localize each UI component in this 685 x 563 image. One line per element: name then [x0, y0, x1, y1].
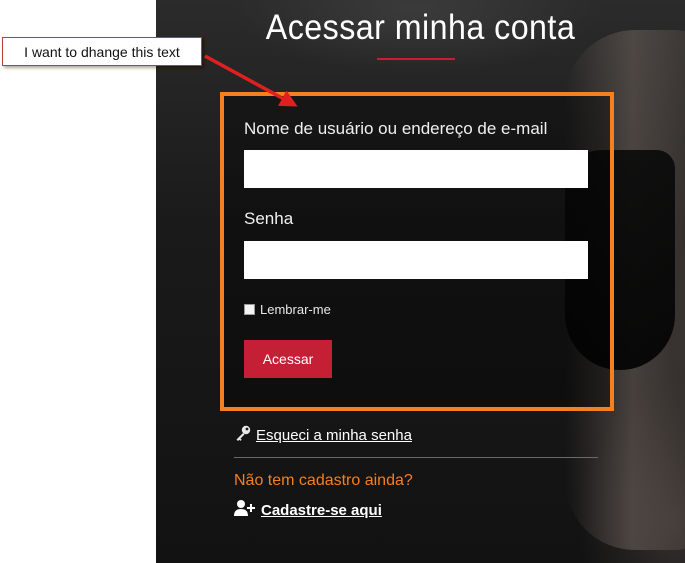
login-button[interactable]: Acessar	[244, 340, 332, 378]
title-underline	[377, 58, 455, 60]
signup-prompt: Não tem cadastro ainda?	[234, 472, 413, 489]
signup-label: Cadastre-se aqui	[261, 501, 382, 519]
password-label: Senha	[244, 209, 294, 228]
annotation-callout: I want to dhange this text	[2, 37, 202, 66]
key-icon	[234, 424, 252, 446]
signup-link[interactable]: Cadastre-se aqui	[234, 499, 382, 521]
blank-margin	[0, 0, 156, 563]
remember-label: Lembrar-me	[260, 302, 331, 317]
page-title: Acessar minha conta	[265, 8, 576, 47]
lost-password-label: Esqueci a minha senha	[256, 426, 412, 444]
divider	[234, 457, 598, 458]
password-input[interactable]	[244, 241, 588, 279]
remember-me[interactable]: Lembrar-me	[244, 302, 331, 317]
user-plus-icon	[234, 499, 256, 521]
remember-checkbox[interactable]	[244, 304, 255, 315]
username-label: Nome de usuário ou endereço de e-mail	[244, 119, 548, 138]
lost-password-link[interactable]: Esqueci a minha senha	[234, 424, 412, 446]
username-input[interactable]	[244, 150, 588, 188]
